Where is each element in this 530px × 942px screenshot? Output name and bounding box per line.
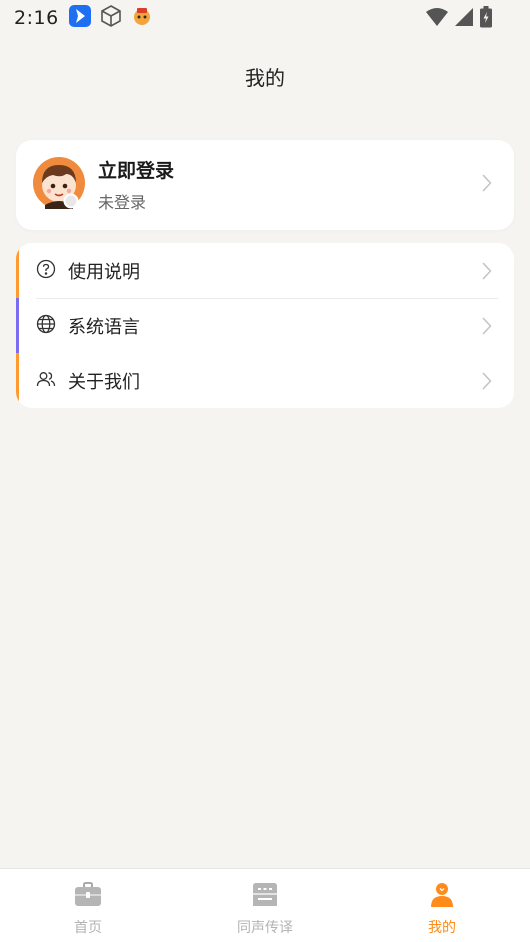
battery-charging-icon (480, 6, 492, 32)
avatar-boy-icon (33, 157, 85, 209)
signal-icon (454, 7, 474, 31)
chevron-right-icon (482, 317, 492, 339)
login-title: 立即登录 (98, 160, 175, 182)
menu-item-accent-bar (16, 243, 19, 298)
chevron-right-icon (482, 174, 492, 196)
menu-item-about-us[interactable]: 关于我们 (16, 353, 514, 408)
login-status: 未登录 (98, 193, 147, 212)
menu-item-usage-guide[interactable]: 使用说明 (16, 243, 514, 298)
users-icon (36, 369, 56, 389)
menu-item-accent-bar (16, 298, 19, 353)
chevron-right-icon (482, 372, 492, 394)
briefcase-icon (73, 880, 103, 910)
nav-tab-simultaneous-interpretation[interactable]: 同声传译 (177, 869, 353, 942)
nav-tab-home[interactable]: 首页 (0, 869, 176, 942)
mascot-icon (131, 5, 153, 31)
help-circle-icon (36, 259, 56, 279)
menu-item-label: 使用说明 (68, 262, 140, 283)
person-icon (427, 880, 457, 910)
profile-screen: 2:16 我的 立即登录 未登录 使用说明 系统语言 关于我们 首页 同声传译 … (0, 0, 530, 942)
bottom-nav: 首页 同声传译 我的 (0, 868, 530, 942)
menu-item-accent-bar (16, 353, 19, 408)
nav-label: 我的 (428, 920, 456, 936)
nav-tab-mine[interactable]: 我的 (354, 869, 530, 942)
status-right-icons (426, 6, 492, 32)
menu-item-label: 系统语言 (68, 317, 140, 338)
translate-box-icon (250, 880, 280, 910)
chevron-right-icon (482, 262, 492, 284)
status-time: 2:16 (14, 7, 59, 29)
menu-card: 使用说明 系统语言 关于我们 (16, 243, 514, 408)
status-left-icons (68, 4, 153, 32)
cube-icon (99, 4, 123, 32)
status-bar: 2:16 (0, 0, 530, 36)
nav-label: 首页 (74, 920, 102, 936)
app-blue-icon (68, 5, 91, 31)
menu-item-system-language[interactable]: 系统语言 (16, 298, 514, 353)
menu-item-label: 关于我们 (68, 372, 140, 393)
page-title: 我的 (245, 66, 285, 90)
globe-icon (36, 314, 56, 334)
wifi-icon (426, 7, 448, 31)
login-card[interactable]: 立即登录 未登录 (16, 140, 514, 230)
nav-label: 同声传译 (237, 920, 293, 936)
